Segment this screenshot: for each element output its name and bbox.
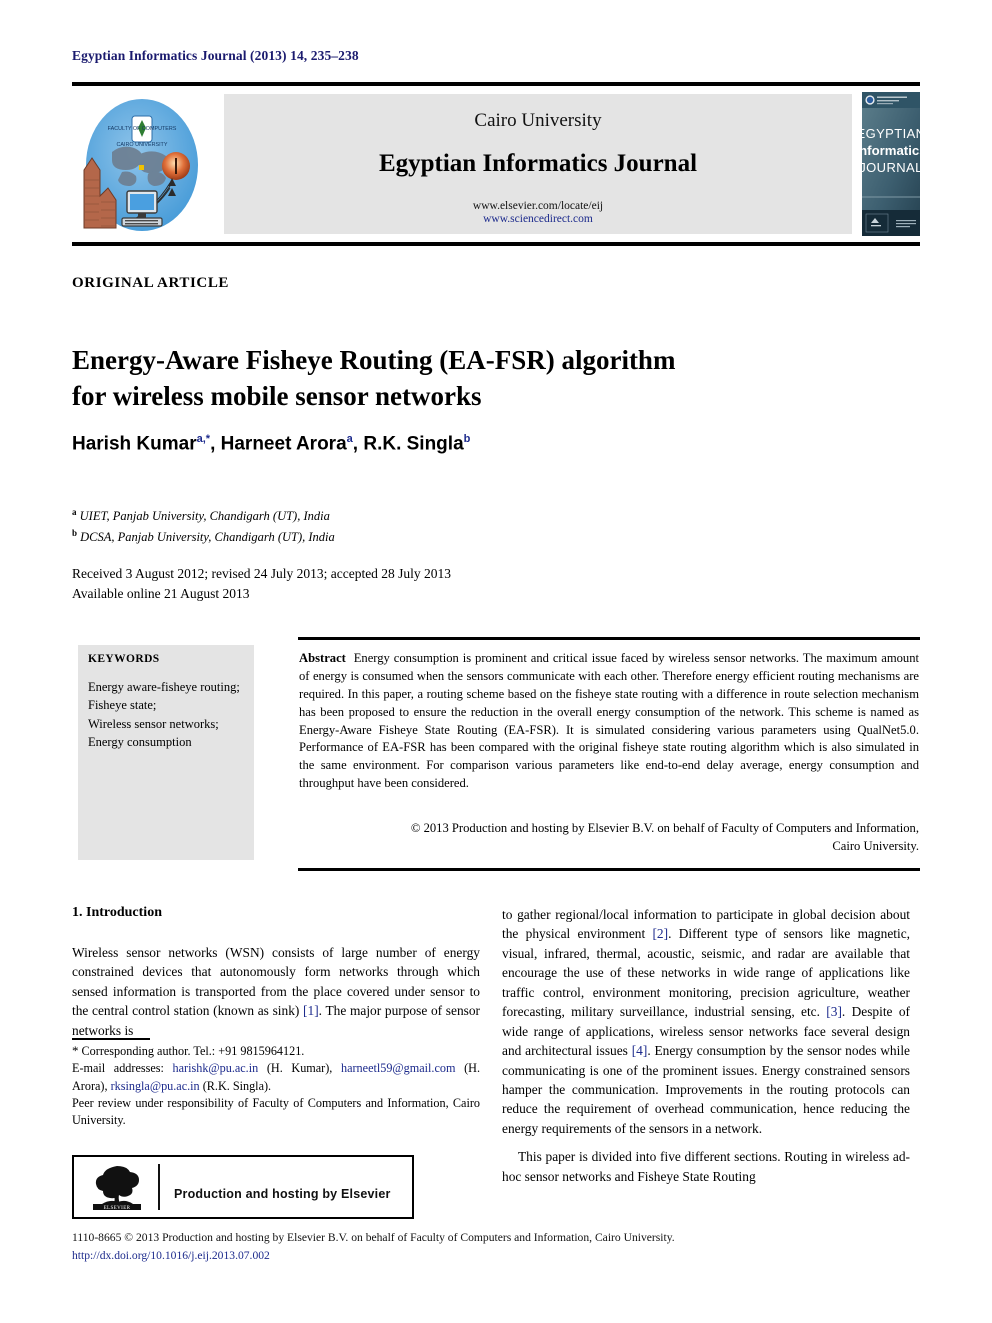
masthead-rule-top — [72, 82, 920, 86]
affiliation-item: b DCSA, Panjab University, Chandigarh (U… — [72, 527, 672, 548]
keyword-item: Energy aware-fisheye routing; — [88, 680, 240, 694]
email-owner: (H. Kumar), — [266, 1061, 333, 1076]
journal-masthead: FACULTY OF COMPUTERS CAIRO UNIVERSITY Ca… — [72, 92, 920, 238]
email-owner: (R.K. Singla). — [202, 1078, 272, 1093]
copyright-line-2: Cairo University. — [832, 838, 919, 853]
citation-ref[interactable]: [2] — [652, 926, 668, 941]
author-mark: a — [346, 433, 353, 445]
email-link-singla[interactable]: rksingla@pu.ac.in — [111, 1079, 200, 1093]
svg-text:Informatics: Informatics — [862, 143, 920, 158]
affiliation-text: DCSA, Panjab University, Chandigarh (UT)… — [80, 529, 335, 544]
title-line-1: Energy-Aware Fisheye Routing (EA-FSR) al… — [72, 345, 676, 376]
author-mark: a,* — [196, 433, 211, 445]
affiliation-mark: b — [72, 527, 78, 538]
masthead-band: Cairo University Egyptian Informatics Jo… — [224, 94, 852, 234]
elsevier-production-box: ELSEVIER Production and hosting by Elsev… — [72, 1155, 414, 1219]
received-line: Received 3 August 2012; revised 24 July … — [72, 566, 452, 581]
svg-text:JOURNAL: JOURNAL — [862, 160, 920, 175]
affiliation-list: a UIET, Panjab University, Chandigarh (U… — [72, 506, 672, 547]
author-mark: b — [463, 433, 471, 445]
journal-cover-thumbnail: EGYPTIAN Informatics JOURNAL — [862, 92, 920, 236]
keywords-heading: KEYWORDS — [88, 653, 160, 665]
author-name: Harish Kumar — [72, 433, 197, 455]
abstract-rule-top — [298, 637, 920, 640]
abstract-label: Abstract — [299, 651, 346, 665]
abstract-copyright: © 2013 Production and hosting by Elsevie… — [299, 820, 919, 856]
paragraph: Wireless sensor networks (WSN) consists … — [72, 943, 480, 1040]
corresponding-author-note: * Corresponding author. Tel.: +91 981596… — [72, 1042, 480, 1060]
body-column-right: to gather regional/local information to … — [502, 905, 910, 1195]
email-addresses-note: E-mail addresses: harishk@pu.ac.in (H. K… — [72, 1060, 480, 1095]
article-page: Egyptian Informatics Journal (2013) 14, … — [0, 0, 992, 1323]
keywords-list: Energy aware-fisheye routing; Fisheye st… — [88, 678, 248, 752]
article-type-label: ORIGINAL ARTICLE — [72, 275, 230, 291]
affiliation-item: a UIET, Panjab University, Chandigarh (U… — [72, 506, 672, 527]
elsevier-box-divider — [158, 1164, 160, 1210]
abstract-block: Abstract Energy consumption is prominent… — [299, 650, 919, 793]
svg-text:CAIRO UNIVERSITY: CAIRO UNIVERSITY — [117, 142, 168, 148]
masthead-journal-title: Egyptian Informatics Journal — [378, 150, 698, 177]
svg-text:ELSEVIER: ELSEVIER — [104, 1206, 131, 1210]
masthead-university: Cairo University — [474, 110, 602, 131]
paragraph: This paper is divided into five differen… — [502, 1149, 910, 1184]
citation-ref[interactable]: [1] — [303, 1003, 319, 1018]
available-online-line: Available online 21 August 2013 — [72, 586, 250, 602]
svg-text:FACULTY OF COMPUTERS: FACULTY OF COMPUTERS — [108, 126, 177, 132]
citation-ref[interactable]: [3] — [826, 1004, 842, 1019]
title-line-2: for wireless mobile sensor networks — [72, 380, 482, 411]
author-name: Harneet Arora — [220, 433, 347, 455]
elsevier-production-label: Production and hosting by Elsevier — [174, 1187, 391, 1201]
abstract-text: Energy consumption is prominent and crit… — [299, 651, 920, 791]
keyword-item: Wireless sensor networks; — [88, 716, 219, 731]
asterisk-icon: * — [72, 1043, 79, 1058]
page-title: Energy-Aware Fisheye Routing (EA-FSR) al… — [72, 343, 872, 414]
section-heading-introduction: 1. Introduction — [72, 905, 162, 920]
keyword-item: Energy consumption — [88, 735, 192, 750]
footer-issn-copyright: 1110-8665 © 2013 Production and hosting … — [72, 1231, 675, 1244]
footnote-block: * Corresponding author. Tel.: +91 981596… — [72, 1042, 480, 1130]
body-column-left: 1. Introduction Wireless sensor networks… — [72, 905, 480, 1049]
affiliation-text: UIET, Panjab University, Chandigarh (UT)… — [79, 509, 330, 524]
masthead-rule-bottom — [72, 242, 920, 246]
masthead-sciencedirect-url[interactable]: www.sciencedirect.com — [224, 213, 852, 225]
masthead-elsevier-url[interactable]: www.elsevier.com/locate/eij — [224, 200, 852, 212]
citation-ref[interactable]: [4] — [632, 1043, 648, 1058]
faculty-logo-icon: FACULTY OF COMPUTERS CAIRO UNIVERSITY — [83, 99, 198, 231]
keyword-item: Fisheye state; — [88, 698, 157, 713]
article-history: Received 3 August 2012; revised 24 July … — [72, 564, 672, 605]
author-name: R.K. Singla — [363, 433, 464, 455]
email-link-arora[interactable]: harneetl59@gmail.com — [341, 1061, 455, 1075]
email-label: E-mail addresses: — [72, 1061, 164, 1076]
peer-review-note: Peer review under responsibility of Facu… — [72, 1096, 480, 1128]
affiliation-mark: a — [72, 507, 77, 517]
running-head: Egyptian Informatics Journal (2013) 14, … — [72, 48, 359, 63]
copyright-line-1: © 2013 Production and hosting by Elsevie… — [410, 821, 919, 835]
abstract-rule-bottom — [298, 868, 920, 871]
paragraph: to gather regional/local information to … — [502, 905, 910, 1138]
author-list: Harish Kumara,*, Harneet Aroraa, R.K. Si… — [72, 433, 471, 455]
svg-text:EGYPTIAN: EGYPTIAN — [862, 126, 920, 141]
footnote-rule — [72, 1038, 150, 1040]
elsevier-tree-icon: ELSEVIER — [93, 1166, 141, 1210]
corresponding-author-text: Corresponding author. Tel.: +91 98159641… — [81, 1044, 305, 1058]
email-link-kumar[interactable]: harishk@pu.ac.in — [173, 1061, 259, 1075]
footer-doi-link[interactable]: http://dx.doi.org/10.1016/j.eij.2013.07.… — [72, 1249, 270, 1262]
